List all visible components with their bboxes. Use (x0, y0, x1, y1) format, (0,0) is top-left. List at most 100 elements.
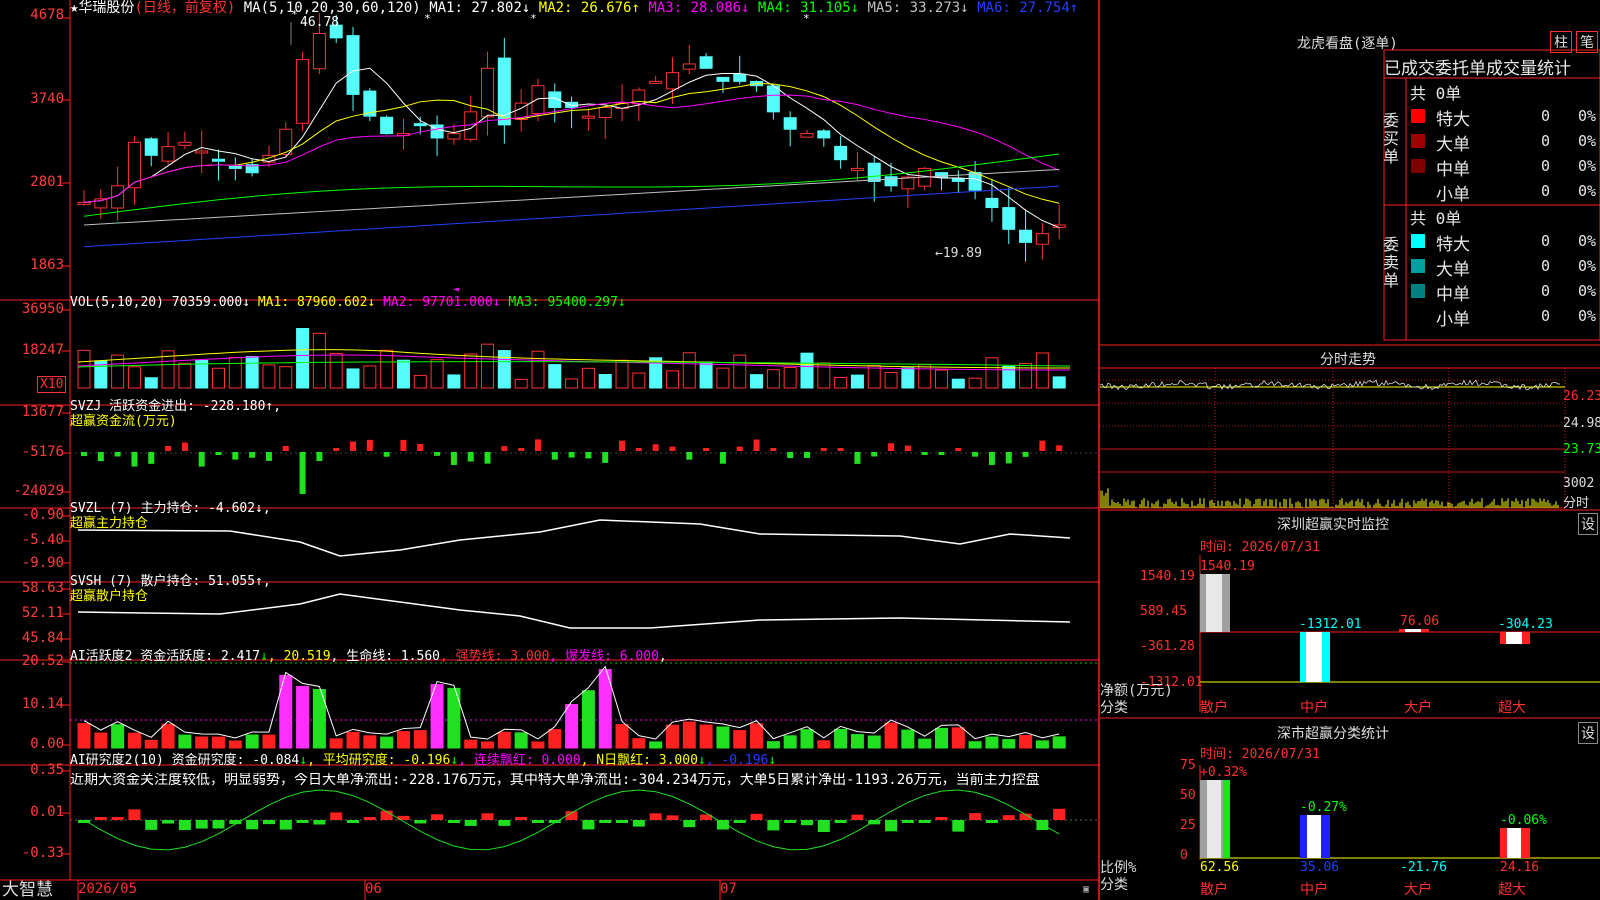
svsh-tick: 58.63 (21, 580, 64, 596)
tick-mode-button[interactable]: 笔 (1576, 31, 1598, 53)
fund-flow-bar (888, 443, 895, 451)
volume-bar (750, 374, 764, 389)
ss-time: 时间: 2026/07/31 (1200, 747, 1320, 762)
stock-terminal: * * * * ◄ ★华瑞股份(日线，前复权) MA(5,10,20,30,60,120… (0, 0, 1600, 900)
candle-body (951, 177, 965, 182)
chart-mode[interactable]: (日线，前复权) (134, 0, 235, 16)
vol-value-2: MA1: 87960.602↓ (250, 295, 376, 310)
activity-bar (884, 722, 898, 749)
research-bar (313, 820, 326, 825)
research-bar (1053, 808, 1066, 820)
volume-bar (228, 356, 242, 389)
legend-swatch (1411, 234, 1425, 248)
activity-bar (733, 730, 747, 749)
header-part: , 爆发线: 6.000 (549, 649, 659, 664)
low-price-label: ←19.89 (935, 246, 982, 261)
order-type-label: 小单 (1436, 310, 1470, 330)
activity-bar (329, 738, 343, 749)
volume-bar (481, 343, 495, 389)
longhu-title: 龙虎看盘(逐单) (1297, 36, 1398, 52)
fund-flow-bar (249, 452, 256, 458)
candle-body (598, 106, 612, 118)
svzl-tick: -9.90 (21, 555, 64, 571)
volume-bar (951, 378, 965, 389)
column-mode-button[interactable]: 柱 (1550, 31, 1572, 53)
fund-flow-bar (114, 452, 121, 457)
sz-bar-value: -1312.01 (1299, 617, 1362, 632)
candle-body (228, 165, 242, 169)
order-count: 0 (1541, 157, 1551, 175)
volume-bar (430, 359, 444, 389)
order-type-label: 大单 (1436, 135, 1470, 155)
fund-flow-bar (820, 448, 827, 451)
sz-settings-button[interactable]: 设 (1578, 513, 1598, 535)
fund-flow-bar (904, 445, 911, 451)
header-part: , 20.519 (267, 649, 331, 664)
candle-body (699, 56, 713, 69)
activity-bar (581, 690, 595, 749)
ss-top-label: -0.06% (1500, 813, 1547, 828)
stock-name: 华瑞股份 (78, 0, 135, 16)
research-bar (817, 820, 830, 832)
activity-bar (867, 735, 881, 749)
ss-category: 中户 (1300, 882, 1328, 898)
research-bar (767, 820, 780, 831)
activity-bar (682, 721, 696, 749)
activity-bar (783, 735, 797, 749)
candle-body (312, 32, 326, 70)
activity-bar (94, 732, 108, 749)
ss-ytick: 0 (1180, 848, 1188, 863)
research-bar (162, 820, 175, 824)
ai2-tick: -0.33 (21, 845, 64, 861)
x-label-may: 2026/05 (78, 881, 138, 897)
volume-bar (1019, 362, 1033, 389)
order-count: 0 (1541, 257, 1551, 275)
research-bar (347, 820, 360, 823)
legend-swatch (1411, 284, 1425, 298)
activity-bar (262, 734, 276, 749)
candle-body (901, 176, 915, 190)
header-part: , -0.196 (705, 753, 769, 768)
svsh-tick: 45.84 (21, 630, 64, 646)
ai1-tick: 0.00 (30, 736, 64, 752)
candle-body (581, 115, 595, 119)
research-bar (447, 820, 460, 823)
lock-icon[interactable]: ▣ (1083, 882, 1089, 897)
vol-unit-button[interactable]: X10 (37, 376, 67, 393)
fund-flow-bar (501, 446, 508, 451)
price-tick: 3740 (30, 91, 64, 107)
fund-flow-bar (837, 448, 844, 451)
activity-bar (968, 741, 982, 749)
research-bar (683, 820, 696, 828)
fenshi-ytick-3: 23.73 (1563, 442, 1600, 457)
candle-body (766, 85, 780, 113)
research-bar (531, 820, 544, 823)
svzl-subtitle: 超赢主力持仓 (70, 516, 149, 531)
fund-flow-bar (450, 452, 457, 465)
ss-bottom-value: 35.06 (1300, 860, 1340, 875)
fenshi-ytick-2: 24.98 (1563, 416, 1600, 431)
research-bar (800, 820, 813, 826)
research-bar (262, 820, 275, 825)
sz-bar-value: 1540.19 (1200, 559, 1255, 574)
legend-swatch (1411, 134, 1425, 148)
volume-bar (514, 378, 528, 389)
price-tick: 2801 (30, 174, 64, 190)
research-bar (834, 820, 847, 823)
research-bar (128, 809, 141, 820)
activity-bar (565, 703, 579, 749)
fund-flow-bar (417, 443, 424, 451)
ma-value-2: MA2: 26.676↑ (530, 0, 640, 16)
research-bar (498, 820, 511, 826)
ss-category: 大户 (1404, 882, 1432, 898)
volume-bar (279, 366, 293, 389)
ss-settings-button[interactable]: 设 (1578, 722, 1598, 744)
fenshi-vol-label: 3002 (1563, 476, 1595, 491)
research-bar (111, 817, 124, 820)
activity-bar (464, 739, 478, 749)
activity-bar (665, 724, 679, 749)
research-bar (901, 820, 914, 823)
brand-logo[interactable]: 大智慧 (2, 880, 53, 900)
research-bar (145, 820, 158, 830)
ss-bottom-value: -21.76 (1400, 860, 1447, 875)
